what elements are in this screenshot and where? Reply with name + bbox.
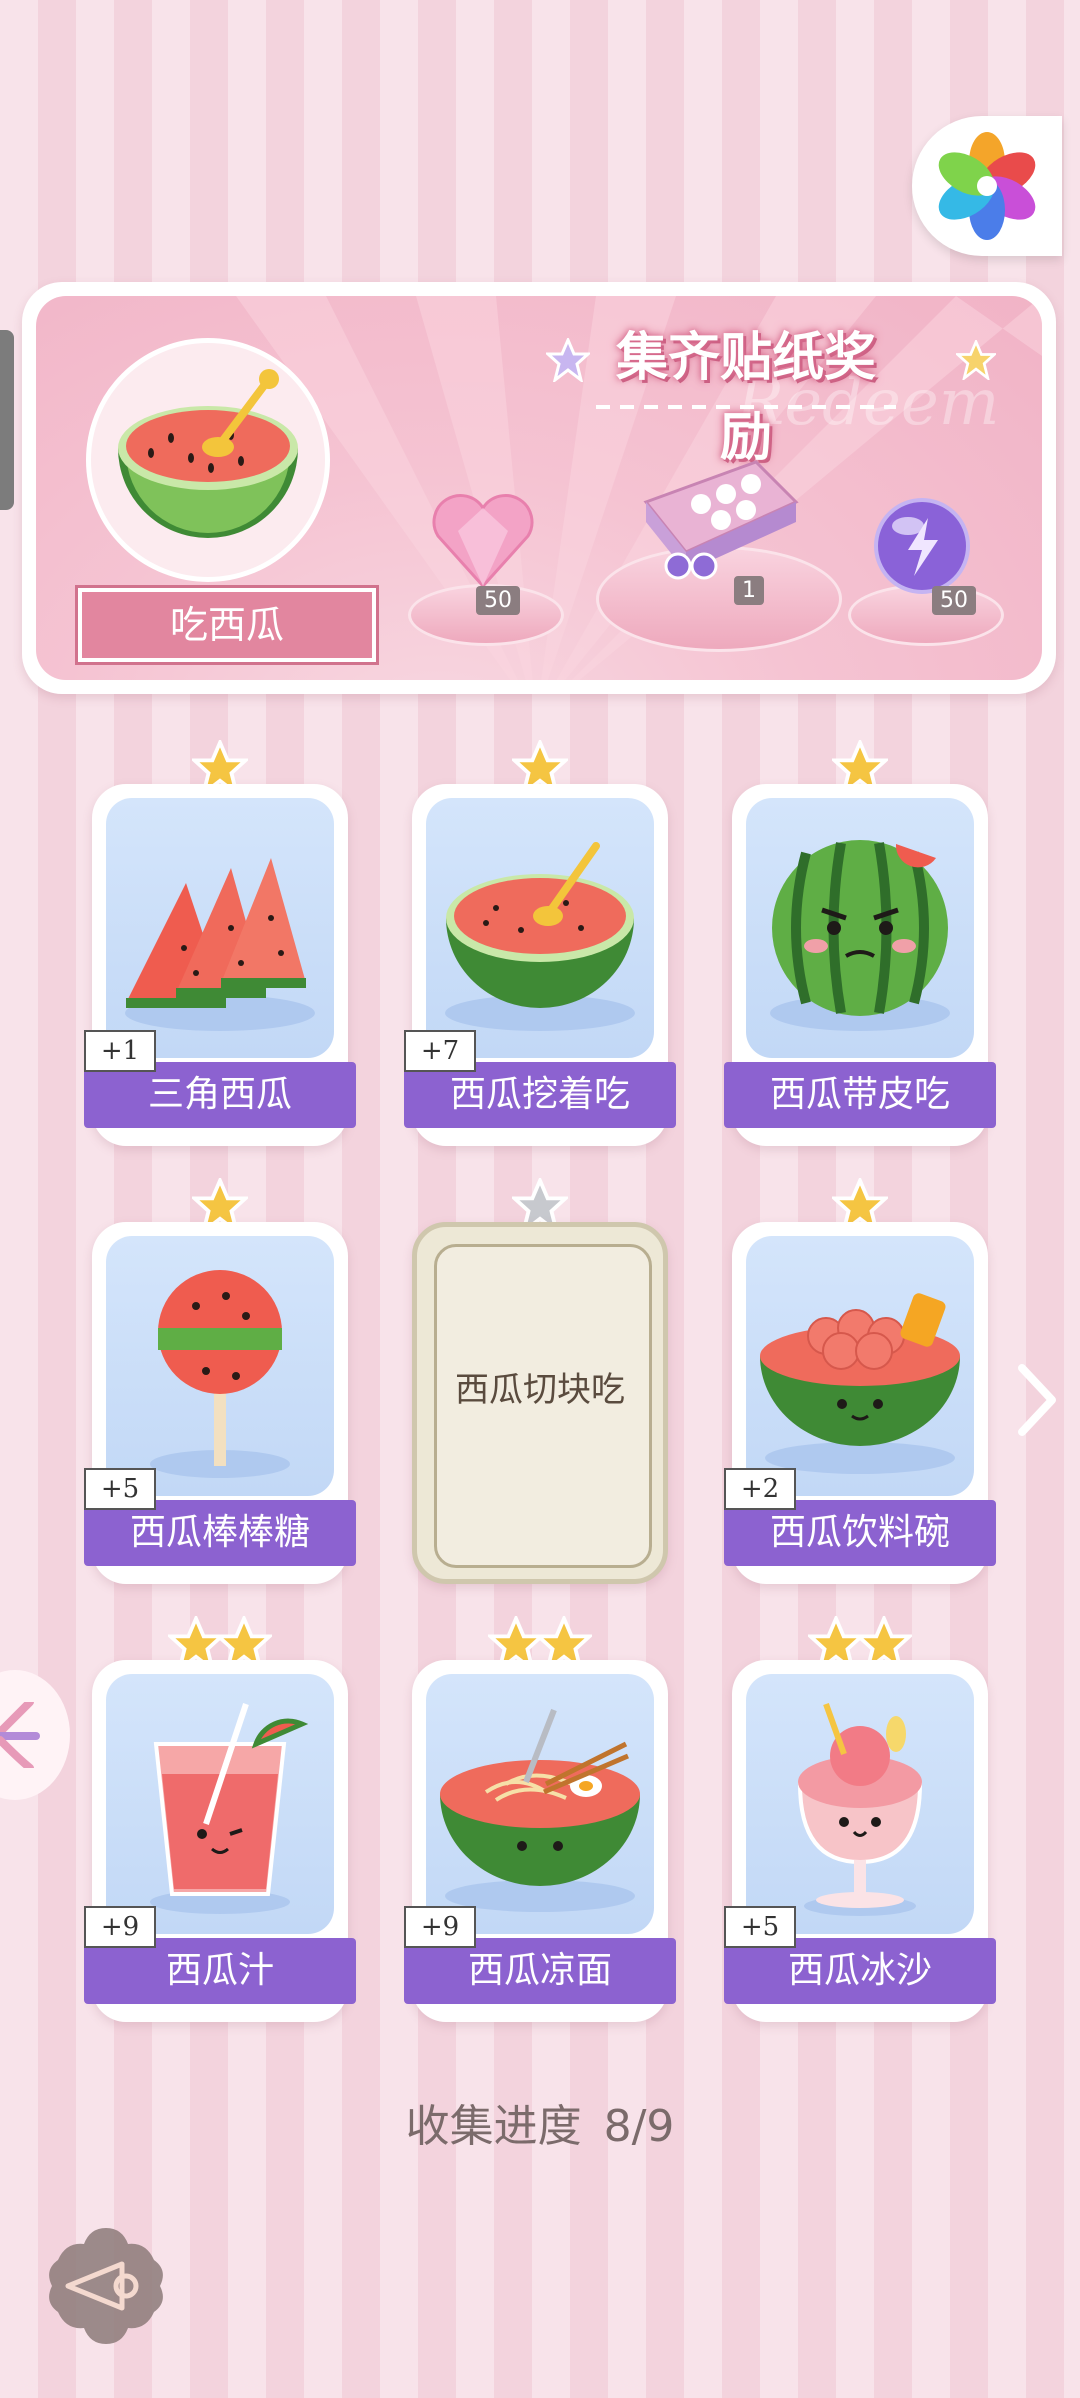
floating-menu-bubble[interactable] [0,1670,70,1800]
card-name: 西瓜带皮吃 [769,1074,950,1115]
sticker-preview [86,338,330,582]
banner-background: Redeem 集齐贴纸奖励 吃西瓜 50 1 50 [36,296,1042,680]
card-art [746,1674,974,1934]
sticker-card[interactable]: 西瓜饮料碗 +2 [724,1175,996,1584]
sticker-card[interactable]: 西瓜带皮吃 [724,737,996,1146]
half-watermelon-spoon-icon [445,842,635,1031]
card-count: +5 [724,1906,796,1948]
reward-count: 50 [476,586,520,615]
card-art [106,798,334,1058]
sticker-card[interactable]: 西瓜棒棒糖 +5 [84,1175,356,1584]
petal-icon [0,1702,40,1768]
sticker-card[interactable]: 西瓜凉面 +9 [404,1613,676,2022]
chevron-right-icon[interactable] [1012,1360,1062,1440]
card-art [106,1236,334,1496]
pink-heart-gem-icon [432,494,534,589]
sticker-name-plate: 吃西瓜 [78,588,376,662]
angry-watermelon-icon [770,840,950,1031]
dashed-line [596,405,896,409]
watermelon-smoothie-icon [797,1702,923,1916]
half-watermelon-spoon-icon [118,369,298,538]
collection-progress: 收集进度 8/9 [0,2090,1080,2154]
collection-reward-banner: Redeem 集齐贴纸奖励 吃西瓜 50 1 50 [22,282,1056,694]
sticker-card[interactable]: 西瓜汁 +9 [84,1613,356,2022]
card-name-bar: 西瓜带皮吃 [724,1062,996,1128]
gift-box-icon [643,460,799,580]
card-name: 西瓜切块吃 [455,1370,625,1410]
card-art [426,798,654,1058]
reward-count: 1 [734,576,764,605]
sticker-name: 吃西瓜 [169,603,284,647]
card-art [746,1236,974,1496]
star-icon [546,338,590,382]
watermelon-slices-icon [125,858,315,1031]
card-count: +9 [404,1906,476,1948]
photos-app-button[interactable] [912,116,1062,256]
progress-value: 8/9 [603,2101,675,2152]
sticker-card[interactable]: 西瓜挖着吃 +7 [404,737,676,1146]
progress-label: 收集进度 [405,2101,582,2152]
banner-title-area: 集齐贴纸奖励 [546,318,996,468]
card-art [106,1674,334,1934]
card-count: +1 [84,1030,156,1072]
card-count: +7 [404,1030,476,1072]
colorful-flower-icon [938,132,1036,240]
card-art [746,798,974,1058]
banner-title: 集齐贴纸奖励 [615,327,876,468]
reward-count: 50 [932,586,976,615]
star-icon [956,340,996,380]
watermelon-juice-icon [150,1703,309,1914]
card-art [426,1674,654,1934]
energy-orb-icon [874,498,970,594]
watermelon-lollipop-icon [150,1270,290,1478]
card-count: +2 [724,1468,796,1510]
edge-panel-handle[interactable] [0,330,14,510]
back-button[interactable] [44,2224,168,2348]
card-count: +5 [84,1468,156,1510]
locked-sticker-card[interactable]: 西瓜切块吃 [412,1175,668,1584]
sticker-card[interactable]: 三角西瓜 +1 [84,737,356,1146]
sticker-card[interactable]: 西瓜冰沙 +5 [724,1613,996,2022]
card-count: +9 [84,1906,156,1948]
watermelon-drink-bowl-icon [760,1293,960,1474]
watermelon-noodles-icon [440,1708,640,1912]
